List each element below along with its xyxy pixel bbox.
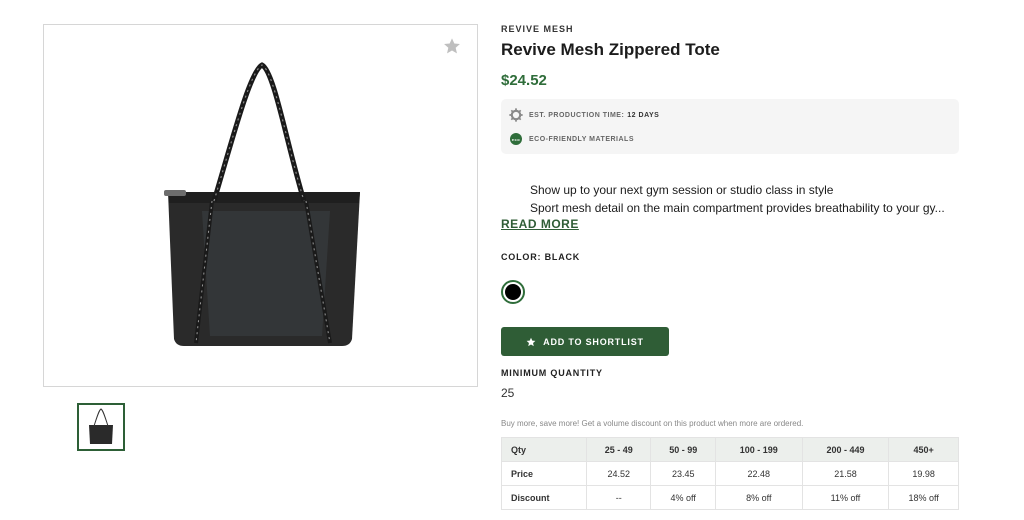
favorite-star-icon[interactable] xyxy=(443,37,461,55)
table-cell: 18% off xyxy=(888,485,959,510)
tote-thumbnail-image xyxy=(89,408,113,444)
table-cell: 19.98 xyxy=(888,461,959,486)
eco-friendly-row: eco ECO-FRIENDLY MATERIALS xyxy=(509,132,634,146)
volume-discount-note: Buy more, save more! Get a volume discou… xyxy=(501,419,804,428)
feature-item: Show up to your next gym session or stud… xyxy=(530,181,955,199)
read-more-link[interactable]: READ MORE xyxy=(501,217,579,231)
minimum-quantity-value: 25 xyxy=(501,386,515,400)
table-cell: 23.45 xyxy=(650,461,716,486)
pricing-table: Qty 25 - 49 50 - 99 100 - 199 200 - 449 … xyxy=(501,437,959,510)
feature-list: Show up to your next gym session or stud… xyxy=(501,181,959,217)
production-time-row: EST. PRODUCTION TIME: 12 DAYS xyxy=(509,108,659,122)
production-time-value: 12 DAYS xyxy=(627,111,660,119)
minimum-quantity-label: MINIMUM QUANTITY xyxy=(501,368,603,378)
thumbnail-1[interactable] xyxy=(77,403,125,451)
eco-badge-text: eco xyxy=(510,133,522,145)
product-title: Revive Mesh Zippered Tote xyxy=(501,40,720,59)
table-cell: 200 - 449 xyxy=(801,437,890,462)
swatch-dot xyxy=(505,284,521,300)
eco-badge-icon: eco xyxy=(509,132,523,146)
add-to-shortlist-label: ADD TO SHORTLIST xyxy=(543,336,644,347)
table-cell: 450+ xyxy=(888,437,959,462)
product-price: $24.52 xyxy=(501,72,547,89)
table-cell: Discount xyxy=(501,485,587,510)
product-meta-box: EST. PRODUCTION TIME: 12 DAYS eco ECO-FR… xyxy=(501,99,959,154)
table-cell: Price xyxy=(501,461,587,486)
table-cell: 11% off xyxy=(801,485,890,510)
table-cell: Qty xyxy=(501,437,587,462)
table-cell: 24.52 xyxy=(585,461,652,486)
table-row: Qty 25 - 49 50 - 99 100 - 199 200 - 449 … xyxy=(501,437,959,462)
table-cell: 50 - 99 xyxy=(650,437,716,462)
table-row: Price 24.52 23.45 22.48 21.58 19.98 xyxy=(501,461,959,486)
feature-item: Sport mesh detail on the main compartmen… xyxy=(530,199,955,217)
table-cell: 25 - 49 xyxy=(585,437,652,462)
table-cell: 22.48 xyxy=(714,461,803,486)
star-icon xyxy=(526,337,536,346)
gear-icon xyxy=(509,108,523,122)
brand-label: REVIVE MESH xyxy=(501,24,574,34)
table-cell: 4% off xyxy=(650,485,716,510)
color-swatch-black[interactable] xyxy=(501,280,525,304)
production-time-label: EST. PRODUCTION TIME: xyxy=(529,111,625,119)
table-cell: -- xyxy=(585,485,652,510)
tote-bag-image xyxy=(164,62,360,346)
eco-friendly-label: ECO-FRIENDLY MATERIALS xyxy=(529,135,634,143)
table-cell: 100 - 199 xyxy=(714,437,803,462)
add-to-shortlist-button[interactable]: ADD TO SHORTLIST xyxy=(501,327,669,356)
table-cell: 21.58 xyxy=(801,461,890,486)
color-label: COLOR: BLACK xyxy=(501,252,581,262)
table-cell: 8% off xyxy=(714,485,803,510)
table-row: Discount -- 4% off 8% off 11% off 18% of… xyxy=(501,485,959,510)
product-main-image xyxy=(43,24,478,387)
